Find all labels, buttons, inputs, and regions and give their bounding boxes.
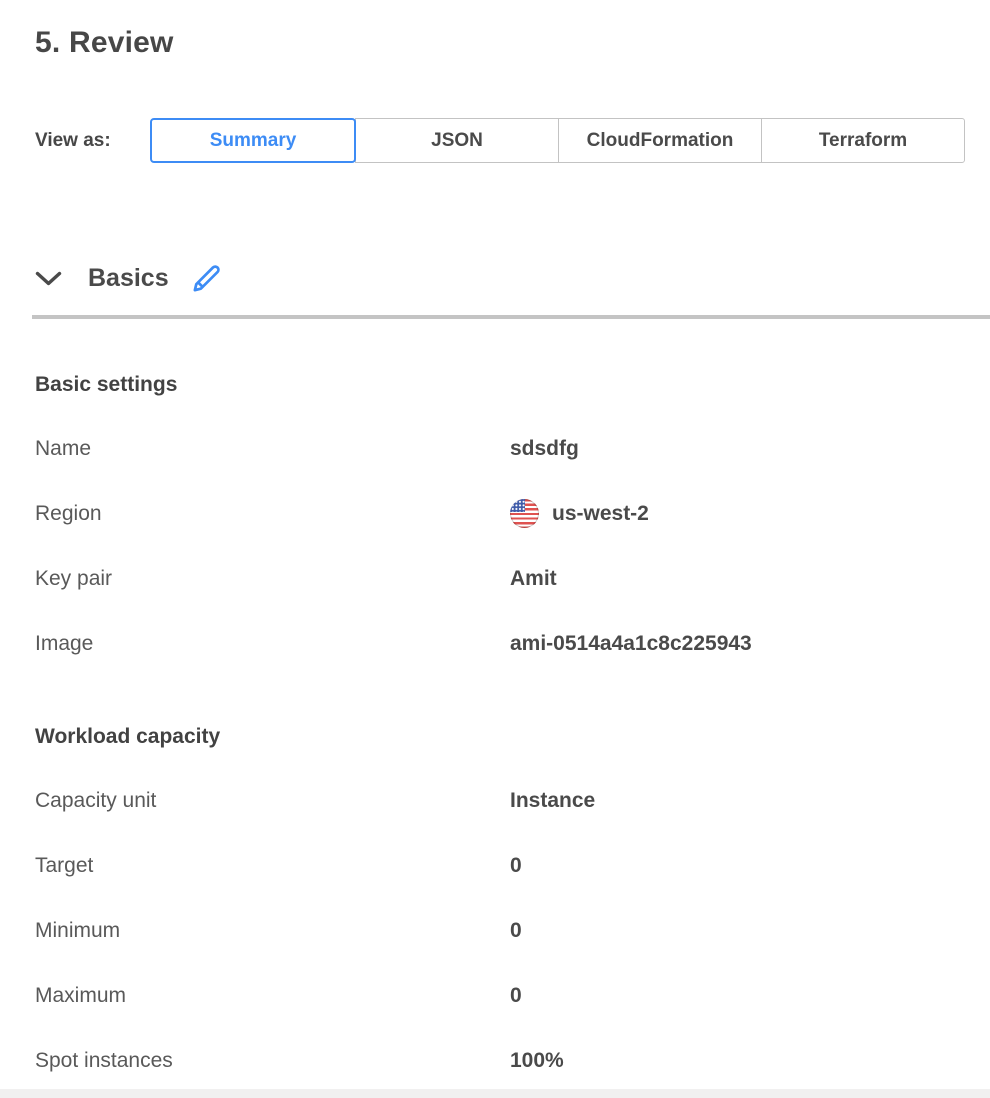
tab-terraform[interactable]: Terraform — [761, 118, 965, 163]
basic-settings-group: Basic settings Name sdsdfg Region us-wes… — [35, 373, 965, 658]
row-value: 0 — [510, 919, 522, 943]
basics-section-header: Basics — [35, 263, 965, 294]
tab-cloudformation[interactable]: CloudFormation — [558, 118, 762, 163]
review-page: 5. Review View as: Summary JSON CloudFor… — [0, 0, 990, 1075]
row-value: 0 — [510, 984, 522, 1008]
summary-row-region: Region us-west-2 — [35, 499, 965, 528]
page-title: 5. Review — [35, 26, 965, 60]
row-value: Amit — [510, 567, 557, 591]
chevron-down-icon[interactable] — [35, 271, 62, 287]
pencil-edit-icon[interactable] — [191, 263, 222, 294]
row-value: us-west-2 — [510, 499, 649, 528]
summary-row-image: Image ami-0514a4a1c8c225943 — [35, 629, 965, 658]
row-label: Maximum — [35, 984, 510, 1008]
row-value: 0 — [510, 854, 522, 878]
region-value: us-west-2 — [552, 502, 649, 526]
basics-section-title: Basics — [88, 264, 169, 293]
summary-row-maximum: Maximum 0 — [35, 981, 965, 1010]
summary-row-minimum: Minimum 0 — [35, 916, 965, 945]
row-value: ami-0514a4a1c8c225943 — [510, 632, 752, 656]
workload-capacity-heading: Workload capacity — [35, 725, 965, 749]
view-as-tab-group: Summary JSON CloudFormation Terraform — [150, 118, 965, 163]
summary-row-capacity-unit: Capacity unit Instance — [35, 786, 965, 815]
row-label: Spot instances — [35, 1049, 510, 1073]
section-divider — [32, 315, 990, 319]
row-label: Target — [35, 854, 510, 878]
summary-row-key-pair: Key pair Amit — [35, 564, 965, 593]
row-label: Name — [35, 437, 510, 461]
next-section-divider — [0, 1089, 990, 1098]
row-label: Region — [35, 502, 510, 526]
tab-json[interactable]: JSON — [355, 118, 559, 163]
summary-row-target: Target 0 — [35, 851, 965, 880]
workload-capacity-group: Workload capacity Capacity unit Instance… — [35, 725, 965, 1075]
row-label: Minimum — [35, 919, 510, 943]
basic-settings-heading: Basic settings — [35, 373, 965, 397]
tab-summary[interactable]: Summary — [150, 118, 356, 163]
view-as-label: View as: — [35, 130, 150, 152]
row-value: 100% — [510, 1049, 564, 1073]
row-label: Image — [35, 632, 510, 656]
summary-row-spot-instances: Spot instances 100% — [35, 1046, 965, 1075]
row-label: Key pair — [35, 567, 510, 591]
row-value: sdsdfg — [510, 437, 579, 461]
row-label: Capacity unit — [35, 789, 510, 813]
view-as-row: View as: Summary JSON CloudFormation Ter… — [35, 118, 965, 163]
summary-row-name: Name sdsdfg — [35, 434, 965, 463]
us-flag-icon — [510, 499, 539, 528]
row-value: Instance — [510, 789, 595, 813]
